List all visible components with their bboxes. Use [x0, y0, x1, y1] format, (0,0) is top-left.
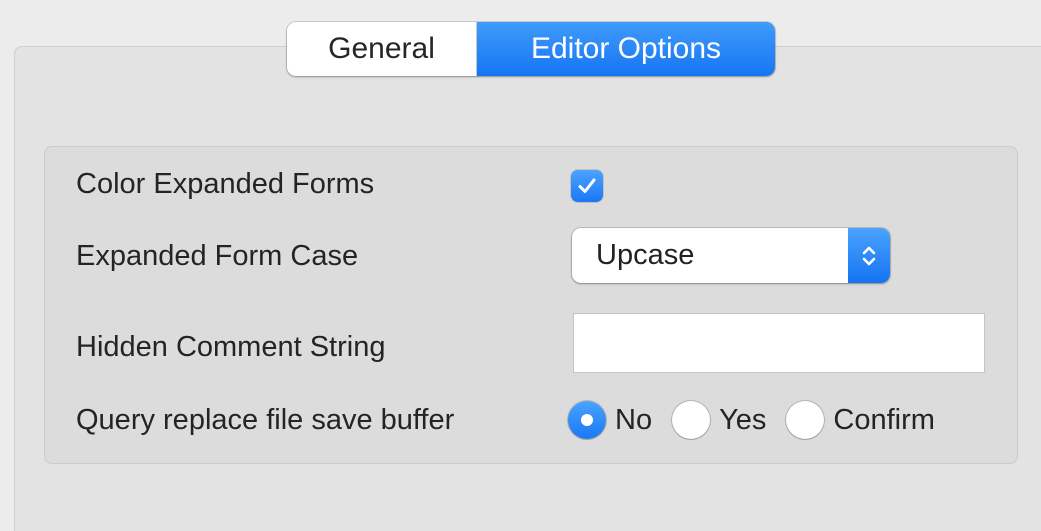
preferences-window: General Editor Options Color Expanded Fo…	[0, 0, 1041, 531]
expanded-form-case-value: Upcase	[596, 239, 695, 271]
tab-editor-options[interactable]: Editor Options	[477, 22, 775, 76]
radio-option-confirm[interactable]: Confirm	[786, 401, 935, 439]
radio-option-yes[interactable]: Yes	[672, 401, 786, 439]
chevron-up-down-icon	[848, 228, 890, 283]
radio-button-yes[interactable]	[672, 401, 711, 439]
radio-label-yes: Yes	[719, 403, 767, 436]
query-replace-radio-group: No Yes Confirm	[568, 398, 935, 442]
color-expanded-forms-checkbox[interactable]	[571, 170, 603, 202]
radio-option-no[interactable]: No	[568, 401, 672, 439]
checkmark-icon	[578, 178, 596, 193]
radio-label-confirm: Confirm	[833, 403, 935, 436]
radio-button-no[interactable]	[568, 401, 606, 439]
query-replace-label: Query replace file save buffer	[76, 404, 455, 436]
expanded-form-case-label: Expanded Form Case	[76, 240, 359, 272]
tab-bar: General Editor Options	[287, 22, 775, 76]
hidden-comment-string-label: Hidden Comment String	[76, 331, 386, 363]
radio-label-no: No	[615, 403, 653, 436]
hidden-comment-string-field[interactable]	[573, 313, 985, 373]
tab-general[interactable]: General	[287, 22, 477, 76]
radio-button-confirm[interactable]	[786, 401, 825, 439]
color-expanded-forms-label: Color Expanded Forms	[76, 168, 375, 200]
expanded-form-case-popup[interactable]: Upcase	[572, 228, 890, 283]
